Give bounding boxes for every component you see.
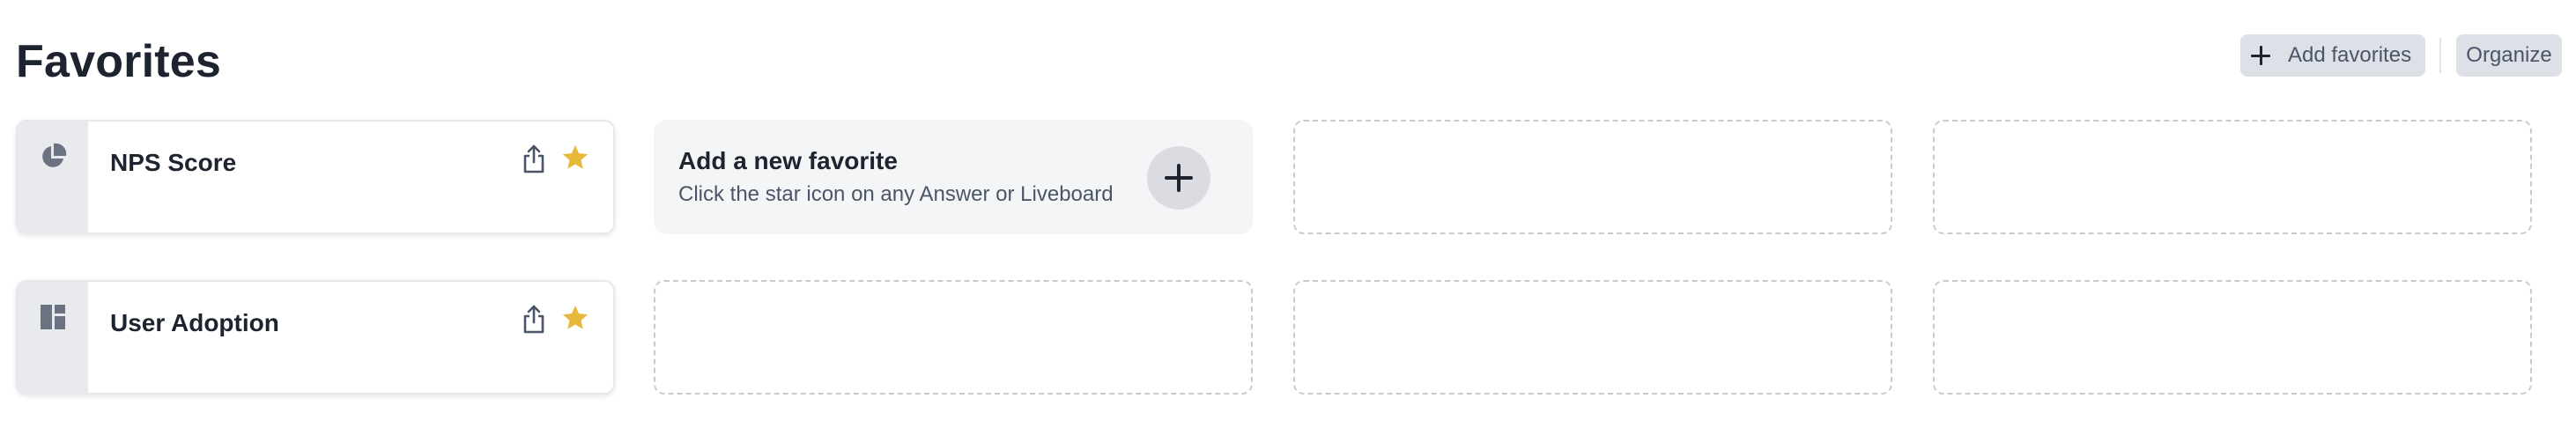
liveboard-icon	[41, 305, 65, 329]
divider	[2439, 38, 2441, 73]
card-type-strip	[18, 122, 88, 232]
favorite-name: User Adoption	[110, 309, 279, 336]
organize-label: Organize	[2466, 43, 2552, 67]
empty-favorite-slot	[1933, 120, 2532, 234]
empty-favorite-slot	[1933, 280, 2532, 395]
add-card-subtitle: Click the star icon on any Answer or Liv…	[678, 182, 1114, 206]
add-new-favorite-card: Add a new favorite Click the star icon o…	[654, 120, 1253, 234]
star-icon[interactable]	[560, 143, 590, 173]
favorite-card-user-adoption[interactable]: User Adoption	[16, 280, 615, 395]
header-actions: Add favorites Organize	[2240, 34, 2562, 77]
favorites-header: Favorites Add favorites Organize	[16, 0, 2562, 114]
empty-favorite-slot	[1293, 120, 1892, 234]
organize-button[interactable]: Organize	[2456, 34, 2562, 77]
favorite-card-nps-score[interactable]: NPS Score	[16, 120, 615, 234]
share-icon[interactable]	[522, 144, 546, 174]
add-favorites-label: Add favorites	[2288, 43, 2412, 67]
pie-chart-icon	[42, 143, 67, 167]
card-type-strip	[18, 282, 88, 393]
share-icon[interactable]	[522, 305, 546, 335]
empty-favorite-slot	[1293, 280, 1892, 395]
favorite-name: NPS Score	[110, 149, 237, 176]
add-favorites-button[interactable]: Add favorites	[2240, 34, 2425, 77]
empty-favorite-slot	[654, 280, 1253, 395]
star-icon[interactable]	[560, 303, 590, 333]
page-title: Favorites	[16, 36, 222, 87]
add-card-title: Add a new favorite	[678, 147, 898, 174]
add-favorite-plus-button[interactable]	[1147, 146, 1210, 210]
plus-icon	[2251, 46, 2270, 65]
